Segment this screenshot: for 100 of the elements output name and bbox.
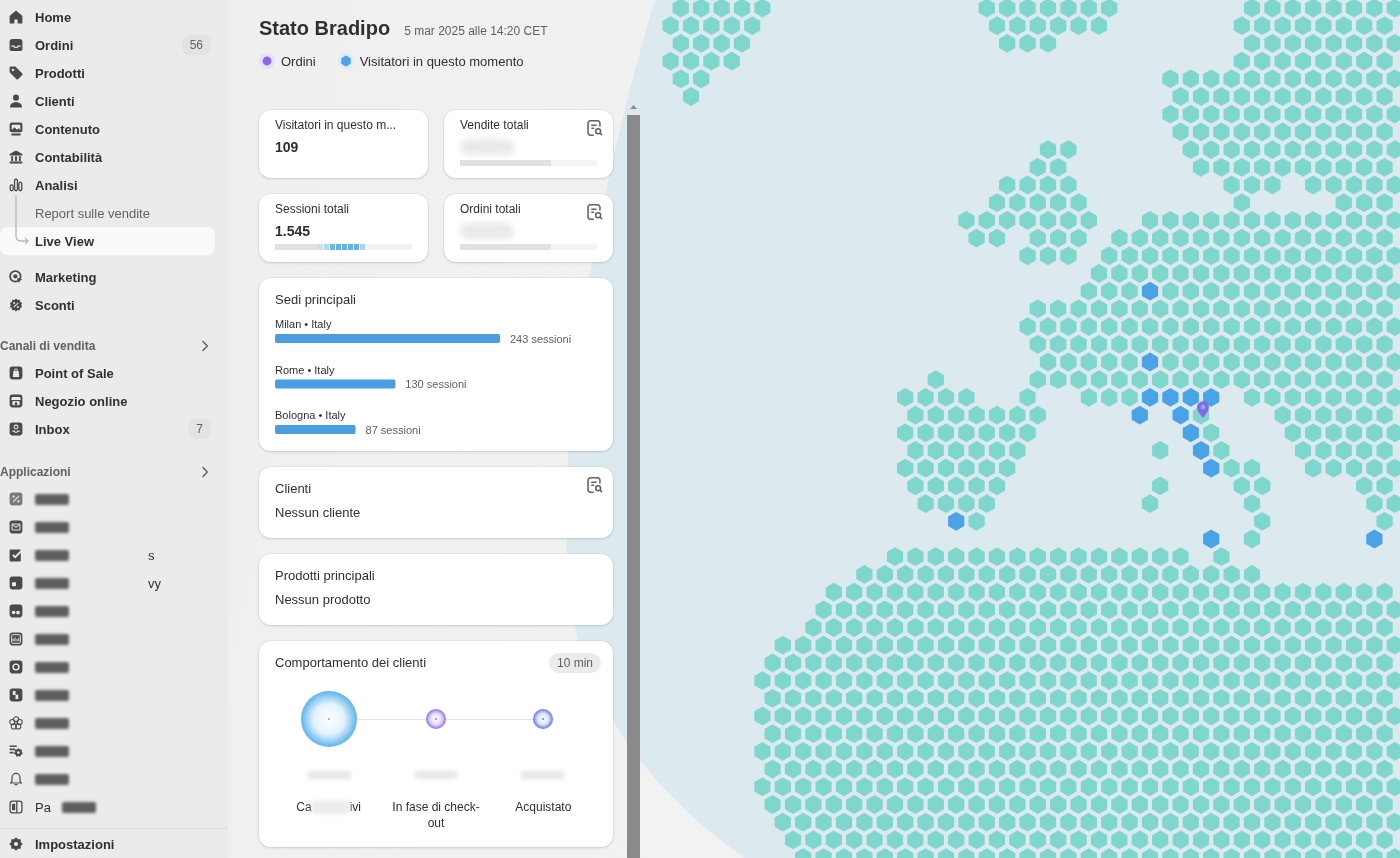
app-tile-icon bbox=[8, 575, 24, 591]
metric-value: 1.545 bbox=[275, 223, 311, 239]
nav-item[interactable]: Ordini bbox=[0, 31, 82, 59]
visitor-hex bbox=[1203, 458, 1220, 478]
tree-connector-line bbox=[13, 195, 31, 245]
visitor-hex bbox=[1141, 281, 1159, 301]
sessions-label: 130 sessioni bbox=[405, 378, 467, 390]
location-label: Rome • Italy bbox=[275, 363, 335, 376]
empty-state-text: Nessun prodotto bbox=[275, 592, 371, 608]
visitor-hex bbox=[1182, 388, 1199, 407]
metric-title: Ordini totali bbox=[460, 201, 521, 217]
nav-item[interactable]: Analisi bbox=[0, 171, 86, 199]
app-item[interactable]: Pa bbox=[0, 793, 104, 821]
metric-title: Vendite totali bbox=[460, 117, 529, 133]
legend-label: Visitatori in questo momento bbox=[359, 53, 524, 69]
visitor-hex bbox=[1182, 423, 1199, 443]
location-label: Milan • Italy bbox=[275, 318, 332, 330]
section-title: Canali di vendita bbox=[0, 339, 96, 353]
metric-title: Visitatori in questo m... bbox=[275, 117, 397, 133]
stage-label: Ca bbox=[296, 799, 312, 815]
legend-label: Ordini bbox=[281, 53, 316, 69]
chart-tile-icon bbox=[8, 631, 24, 647]
settings-icon bbox=[8, 836, 24, 852]
settings-item[interactable]: Impostazioni bbox=[0, 830, 123, 858]
app-item[interactable]: s bbox=[0, 541, 163, 569]
chevron-right-icon[interactable] bbox=[200, 466, 209, 478]
app-item[interactable]: vy bbox=[0, 569, 169, 597]
funnel-bubble bbox=[426, 709, 446, 729]
report-search-icon[interactable] bbox=[587, 477, 603, 493]
nav-item[interactable]: Prodotti bbox=[0, 59, 93, 87]
visitor-hex bbox=[1141, 352, 1159, 372]
time-range-badge: 10 min bbox=[548, 653, 601, 673]
timestamp: 5 mar 2025 alle 14:20 CET bbox=[404, 24, 548, 38]
visitor-hex bbox=[1203, 529, 1220, 549]
nav-subitem[interactable]: Report sulle vendite bbox=[27, 199, 158, 227]
app-tile-icon bbox=[8, 659, 24, 675]
visitor-hex bbox=[1366, 529, 1383, 549]
stage-label: ivi bbox=[349, 799, 361, 815]
nav-item[interactable]: Marketing bbox=[0, 263, 105, 291]
person-icon bbox=[8, 93, 24, 109]
visitor-hex bbox=[1203, 388, 1220, 407]
section-title: Applicazioni bbox=[0, 465, 71, 479]
envelope-icon bbox=[8, 519, 24, 535]
bell-icon bbox=[8, 771, 24, 787]
stage-label: In fase di check-out bbox=[391, 799, 481, 831]
app-tile-icon bbox=[8, 687, 24, 703]
panel-icon bbox=[8, 799, 24, 815]
empty-state-text: Nessun cliente bbox=[275, 505, 361, 521]
storefront-icon bbox=[8, 393, 24, 409]
nav-item[interactable]: Contabilità bbox=[0, 143, 111, 171]
scrollbar-thumb[interactable] bbox=[627, 115, 640, 858]
visitor-hex bbox=[1162, 388, 1179, 407]
discount-badge-icon bbox=[8, 297, 24, 313]
count-badge: 7 bbox=[188, 419, 211, 439]
home-icon bbox=[8, 9, 24, 25]
card-title: Sedi principali bbox=[275, 292, 356, 308]
page-title: Stato Bradipo bbox=[259, 16, 391, 40]
visitor-hex bbox=[1131, 405, 1148, 425]
channel-item[interactable]: Inbox bbox=[0, 415, 78, 443]
card-title: Clienti bbox=[275, 481, 312, 497]
visitor-hex bbox=[948, 511, 965, 531]
location-label: Bologna • Italy bbox=[275, 409, 346, 421]
scroll-up-arrow-icon[interactable] bbox=[630, 105, 637, 109]
location-pin-icon bbox=[1197, 401, 1209, 418]
image-monitor-icon bbox=[8, 121, 24, 137]
nav-item[interactable]: Contenuto bbox=[0, 115, 108, 143]
flower-icon bbox=[8, 715, 24, 731]
channel-item[interactable]: Negozio online bbox=[0, 387, 136, 415]
nav-item[interactable]: Sconti bbox=[0, 291, 83, 319]
funnel-bubble bbox=[533, 709, 554, 729]
sessions-label: 243 sessioni bbox=[510, 332, 572, 345]
tray-icon bbox=[8, 421, 24, 437]
count-badge: 56 bbox=[181, 35, 211, 55]
visitor-hex bbox=[1172, 405, 1189, 425]
sessions-label: 87 sessioni bbox=[365, 423, 421, 436]
nav-item[interactable]: Home bbox=[0, 3, 80, 31]
bank-icon bbox=[8, 149, 24, 165]
nav-subitem[interactable]: Live View bbox=[0, 227, 215, 255]
funnel-bubble bbox=[300, 691, 357, 747]
report-search-icon[interactable] bbox=[587, 204, 603, 220]
metric-value: 109 bbox=[275, 139, 299, 155]
tray-icon bbox=[8, 37, 24, 53]
visitor-hex bbox=[1141, 388, 1159, 407]
target-cursor-icon bbox=[8, 269, 24, 285]
checkbox-icon bbox=[8, 547, 24, 563]
nav-item[interactable]: Clienti bbox=[0, 87, 83, 115]
app-tile-icon bbox=[8, 603, 24, 619]
metric-title: Sessioni totali bbox=[275, 201, 350, 217]
tag-icon bbox=[8, 65, 24, 81]
report-search-icon[interactable] bbox=[587, 120, 603, 136]
card-title: Prodotti principali bbox=[275, 568, 375, 584]
shopping-bag-icon bbox=[8, 365, 24, 381]
bar-chart-icon bbox=[8, 177, 24, 193]
visitor-hex bbox=[1192, 441, 1210, 460]
stage-label: Acquistato bbox=[515, 799, 572, 815]
app-tile-icon bbox=[8, 491, 24, 507]
channel-item[interactable]: Point of Sale bbox=[0, 359, 122, 387]
card-title: Comportamento dei clienti bbox=[275, 655, 427, 671]
gear-lines-icon bbox=[8, 743, 24, 759]
chevron-right-icon[interactable] bbox=[200, 340, 209, 352]
